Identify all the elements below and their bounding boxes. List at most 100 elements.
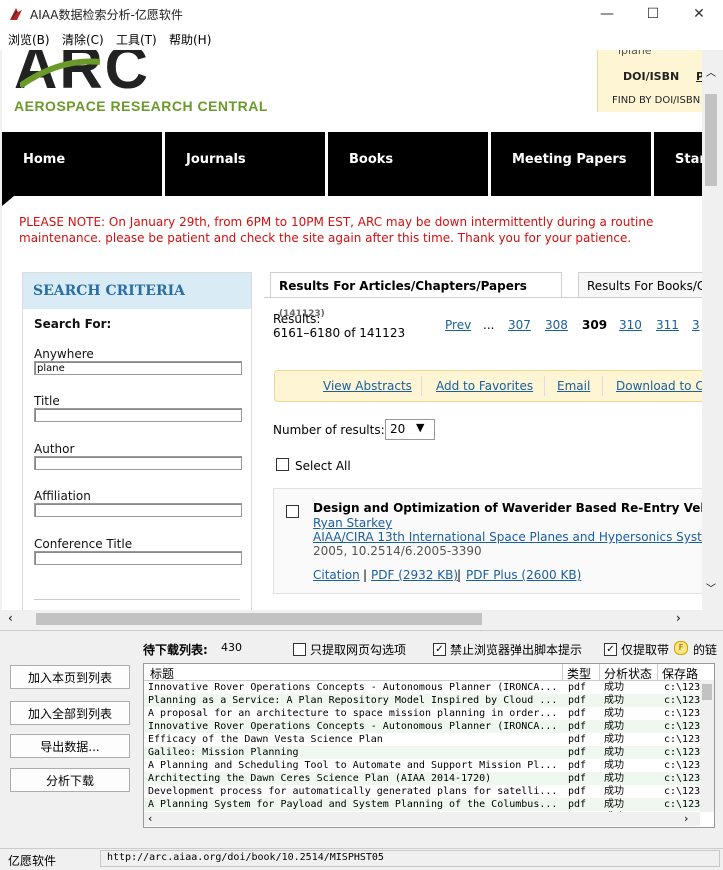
close-button[interactable]: ✕ (676, 0, 722, 28)
add-to-favorites-link[interactable]: Add to Favorites (436, 379, 533, 393)
result-venue-link[interactable]: AIAA/CIRA 13th International Space Plane… (313, 530, 702, 544)
block-scripts-checkbox[interactable]: ✓ (433, 643, 446, 656)
list-item[interactable]: A Planning and Scheduling Tool to Automa… (144, 759, 704, 772)
row-status: 成功 (604, 747, 624, 758)
view-abstracts-link[interactable]: View Abstracts (323, 379, 412, 393)
list-item[interactable]: Development process for automatically ge… (144, 785, 704, 798)
nav-meeting-papers[interactable]: Meeting Papers (491, 132, 654, 196)
row-path: c:\123 (664, 682, 701, 693)
row-type: pdf (568, 747, 587, 758)
result-checkbox[interactable] (286, 505, 299, 518)
author-label: Author (34, 442, 75, 456)
pdf-link[interactable]: PDF (2932 KB) (371, 568, 458, 582)
nav-standards[interactable]: Stan (654, 132, 702, 196)
row-type: pdf (568, 708, 587, 719)
nav-books[interactable]: Books (328, 132, 491, 196)
row-title: Architecting the Dawn Ceres Science Plan… (148, 773, 492, 784)
maintenance-notice: PLEASE NOTE: On January 29th, from 6PM t… (19, 215, 654, 245)
only-flagged-checkbox[interactable]: ✓ (604, 643, 617, 656)
select-all-checkbox[interactable] (276, 458, 289, 471)
block-scripts-label: 禁止浏览器弹出脚本提示 (450, 643, 583, 657)
add-page-button[interactable]: 加入本页到列表 (10, 665, 130, 689)
row-title: A Planning and Scheduling Tool to Automa… (148, 760, 558, 771)
result-title[interactable]: Design and Optimization of Waverider Bas… (313, 501, 702, 515)
list-item[interactable]: Galileo: Mission Planning pdf 成功 c:\123 (144, 746, 704, 759)
vertical-scroll-thumb[interactable] (705, 94, 717, 186)
export-data-button[interactable]: 导出数据... (10, 734, 130, 758)
col-divider (657, 664, 658, 680)
status-url: http://arc.aiaa.org/doi/book/10.2514/MIS… (107, 852, 384, 863)
col-path[interactable]: 保存路 (662, 665, 698, 682)
list-scroll-left-icon[interactable]: ‹ (148, 812, 152, 825)
col-divider (562, 664, 563, 680)
tab-books[interactable]: Results For Books/C (578, 272, 702, 298)
nav-home[interactable]: Home (2, 132, 165, 196)
row-status: 成功 (604, 734, 624, 745)
row-path: c:\123 (664, 734, 701, 745)
list-item[interactable]: A proposal for an architecture to space … (144, 707, 704, 720)
col-title[interactable]: 标题 (150, 665, 174, 682)
list-vertical-scrollbar[interactable] (700, 680, 714, 812)
pdf-plus-link[interactable]: PDF Plus (2600 KB) (466, 568, 581, 582)
list-item[interactable]: A Planning System for Payload and System… (144, 798, 704, 811)
browser-vertical-scrollbar[interactable]: ︿ ﹀ (702, 50, 720, 610)
list-item[interactable]: Architecting the Dawn Ceres Science Plan… (144, 772, 704, 785)
row-path: c:\123 (664, 760, 701, 771)
maximize-button[interactable]: ☐ (630, 0, 676, 28)
scroll-up-icon[interactable]: ︿ (706, 64, 716, 79)
list-item[interactable]: Efficacy of the Dawn Vesta Science Plan p… (144, 733, 704, 746)
tab-articles[interactable]: Results For Articles/Chapters/Papers (14… (270, 272, 562, 319)
page-311[interactable]: 311 (656, 318, 679, 332)
row-path: c:\123 (664, 695, 701, 706)
anywhere-input[interactable]: plane (34, 361, 242, 375)
author-input[interactable] (34, 456, 242, 470)
menu-help[interactable]: 帮助(H) (169, 31, 211, 48)
row-type: pdf (568, 695, 587, 706)
list-item[interactable]: Planning as a Service: A Plan Repository… (144, 694, 704, 707)
page-308[interactable]: 308 (545, 318, 568, 332)
minimize-button[interactable]: — (584, 0, 630, 28)
email-link[interactable]: Email (557, 379, 590, 393)
nav-journals[interactable]: Journals (165, 132, 328, 196)
list-item[interactable]: Innovative Rover Operations Concepts - A… (144, 720, 704, 733)
menu-clear[interactable]: 清除(C) (62, 31, 104, 48)
row-path: c:\123 (664, 786, 701, 797)
col-status[interactable]: 分析状态 (604, 665, 652, 682)
prev-link[interactable]: Prev (445, 318, 471, 332)
menu-browse[interactable]: 浏览(B) (8, 31, 50, 48)
status-bar: 亿愿软件 http://arc.aiaa.org/doi/book/10.251… (0, 848, 723, 870)
result-link-separator: | (457, 568, 462, 582)
menu-tools[interactable]: 工具(T) (116, 31, 157, 48)
download-citation-link[interactable]: Download to C (616, 379, 702, 393)
horizontal-scroll-thumb[interactable] (36, 613, 482, 625)
analyze-download-button[interactable]: 分析下载 (10, 768, 130, 792)
affiliation-input[interactable] (34, 503, 242, 517)
download-list[interactable]: 标题 类型 分析状态 保存路 Innovative Rover Operatio… (143, 663, 715, 828)
pager-ellipsis: ... (483, 318, 495, 332)
scroll-down-icon[interactable]: ﹀ (706, 580, 716, 595)
scroll-right-icon[interactable]: › (676, 611, 681, 625)
citation-link[interactable]: Citation (313, 568, 360, 582)
browser-horizontal-scrollbar[interactable]: ‹ › (2, 610, 702, 628)
list-horizontal-scrollbar[interactable]: ‹ › (144, 812, 700, 826)
scroll-left-icon[interactable]: ‹ (8, 611, 13, 625)
actions-divider (602, 376, 603, 396)
app-icon (10, 8, 22, 20)
list-item[interactable]: Innovative Rover Operations Concepts - A… (144, 681, 704, 694)
title-input[interactable] (34, 408, 242, 422)
list-scroll-thumb[interactable] (702, 684, 712, 700)
page-307[interactable]: 307 (508, 318, 531, 332)
result-author-link[interactable]: Ryan Starkey (313, 516, 392, 530)
search-criteria-panel: SEARCH CRITERIA Search For: Anywhere pla… (22, 272, 252, 610)
conference-title-input[interactable] (34, 551, 242, 565)
page-next-partial[interactable]: 3 (692, 318, 700, 332)
col-type[interactable]: 类型 (567, 665, 591, 682)
doi-label: DOI/ISBN (623, 70, 680, 83)
page-310[interactable]: 310 (619, 318, 642, 332)
list-scroll-right-icon[interactable]: › (684, 812, 688, 825)
num-results-select[interactable]: 20 ▼ (385, 419, 435, 440)
only-checked-checkbox[interactable] (293, 643, 306, 656)
title-bar: AIAA数据检索分析-亿愿软件 — ☐ ✕ (0, 0, 723, 28)
row-type: pdf (568, 799, 587, 810)
add-all-button[interactable]: 加入全部到列表 (10, 701, 130, 725)
